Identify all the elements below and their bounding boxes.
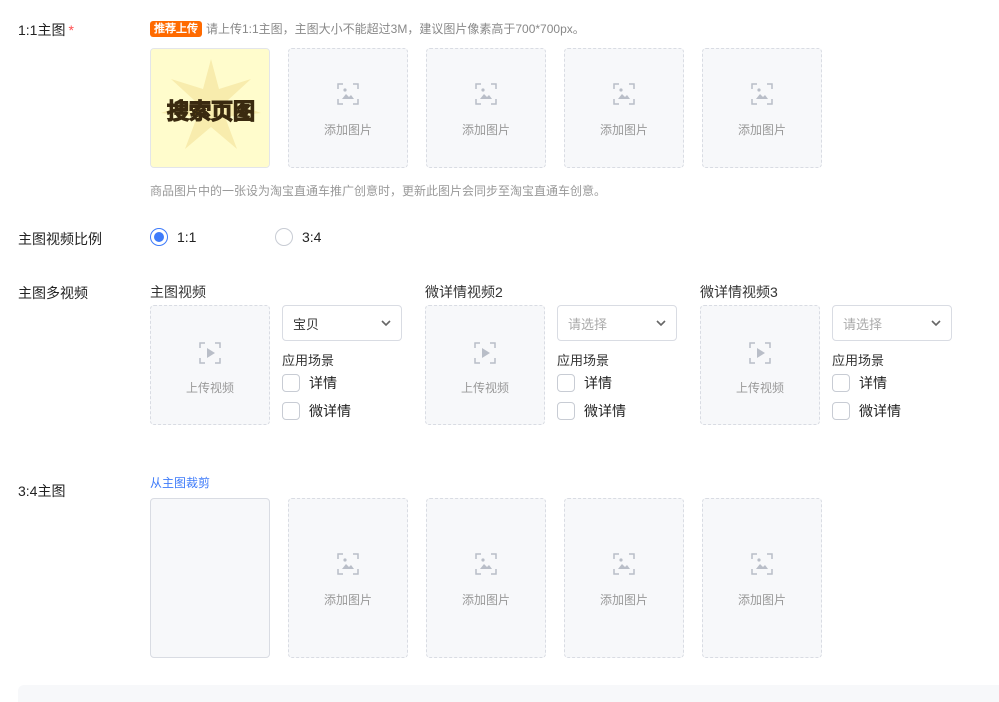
scene-checkbox-micro-detail[interactable]: 微详情 bbox=[282, 401, 351, 421]
crop-from-main-link[interactable]: 从主图裁剪 bbox=[150, 474, 210, 491]
ratio-option-label: 3:4 bbox=[302, 229, 322, 245]
required-mark: * bbox=[68, 22, 74, 38]
portrait-add-image-tile-3[interactable]: 添加图片 bbox=[426, 498, 546, 658]
scene-label: 应用场景 bbox=[832, 353, 885, 368]
ratio-option-label: 1:1 bbox=[177, 229, 197, 245]
main-image-label-text: 1:1主图 bbox=[18, 22, 66, 38]
videos-label: 主图多视频 bbox=[18, 285, 88, 301]
scene-checkbox-micro-detail[interactable]: 微详情 bbox=[557, 401, 626, 421]
checkbox-label: 详情 bbox=[859, 375, 887, 391]
search-page-image: 搜索页图 bbox=[151, 49, 269, 167]
image-placeholder-icon bbox=[337, 553, 359, 575]
video-type-select-3[interactable]: 请选择 bbox=[832, 305, 952, 341]
add-image-tile-5[interactable]: 添加图片 bbox=[702, 48, 822, 168]
video-type-select-2[interactable]: 请选择 bbox=[557, 305, 677, 341]
checkbox-label: 详情 bbox=[584, 375, 612, 391]
image-placeholder-icon bbox=[751, 553, 773, 575]
ratio-label: 主图视频比例 bbox=[18, 231, 102, 247]
checkbox-icon[interactable] bbox=[282, 374, 300, 392]
recommend-badge: 推荐上传 bbox=[150, 20, 202, 37]
checkbox-icon[interactable] bbox=[282, 402, 300, 420]
upload-video-label: 上传视频 bbox=[185, 381, 234, 395]
checkbox-label: 详情 bbox=[309, 375, 337, 391]
scene-checkbox-detail[interactable]: 详情 bbox=[832, 373, 887, 393]
next-section-panel bbox=[18, 685, 999, 702]
add-image-label: 添加图片 bbox=[599, 123, 648, 137]
checkbox-label: 微详情 bbox=[859, 403, 901, 419]
add-image-label: 添加图片 bbox=[323, 123, 372, 137]
radio-checked-icon[interactable] bbox=[150, 228, 168, 246]
video-slot-title: 微详情视频2 bbox=[425, 284, 503, 300]
ratio-option-1-1[interactable]: 1:1 bbox=[150, 228, 196, 246]
select-value: 宝贝 bbox=[293, 316, 320, 332]
scene-checkbox-detail[interactable]: 详情 bbox=[557, 373, 612, 393]
image-placeholder-icon bbox=[337, 83, 359, 105]
checkbox-label: 微详情 bbox=[584, 403, 626, 419]
select-placeholder: 请选择 bbox=[843, 316, 883, 332]
checkbox-icon[interactable] bbox=[557, 402, 575, 420]
scene-checkbox-micro-detail[interactable]: 微详情 bbox=[832, 401, 901, 421]
main-image-tip-row: 推荐上传 请上传1:1主图，主图大小不能超过3M，建议图片像素高于700*700… bbox=[150, 20, 585, 37]
chevron-down-icon bbox=[656, 320, 666, 327]
main-image-note: 商品图片中的一张设为淘宝直通车推广创意时，更新此图片会同步至淘宝直通车创意。 bbox=[150, 184, 607, 198]
radio-unchecked-icon[interactable] bbox=[275, 228, 293, 246]
add-image-label: 添加图片 bbox=[323, 593, 372, 607]
add-image-label: 添加图片 bbox=[737, 593, 786, 607]
portrait-add-image-tile-5[interactable]: 添加图片 bbox=[702, 498, 822, 658]
checkbox-label: 微详情 bbox=[309, 403, 351, 419]
chevron-down-icon bbox=[381, 320, 391, 327]
portrait-add-image-tile-2[interactable]: 添加图片 bbox=[288, 498, 408, 658]
select-placeholder: 请选择 bbox=[568, 316, 608, 332]
chevron-down-icon bbox=[931, 320, 941, 327]
main-image-label: 1:1主图 * bbox=[18, 20, 74, 40]
image-placeholder-icon bbox=[475, 553, 497, 575]
checkbox-icon[interactable] bbox=[557, 374, 575, 392]
image-placeholder-icon bbox=[751, 83, 773, 105]
image-placeholder-icon bbox=[613, 553, 635, 575]
add-image-tile-3[interactable]: 添加图片 bbox=[426, 48, 546, 168]
image-placeholder-icon bbox=[613, 83, 635, 105]
video-placeholder-icon bbox=[749, 342, 771, 364]
add-image-label: 添加图片 bbox=[737, 123, 786, 137]
main-image-tip: 请上传1:1主图，主图大小不能超过3M，建议图片像素高于700*700px。 bbox=[206, 22, 585, 36]
video-slot-title: 主图视频 bbox=[150, 284, 206, 300]
scene-label: 应用场景 bbox=[557, 353, 610, 368]
scene-label: 应用场景 bbox=[282, 353, 335, 368]
upload-video-tile-3[interactable]: 上传视频 bbox=[700, 305, 820, 425]
video-slot-title: 微详情视频3 bbox=[700, 284, 778, 300]
add-image-label: 添加图片 bbox=[461, 593, 510, 607]
upload-video-label: 上传视频 bbox=[735, 381, 784, 395]
image-placeholder-icon bbox=[475, 83, 497, 105]
portrait-add-image-tile-4[interactable]: 添加图片 bbox=[564, 498, 684, 658]
checkbox-icon[interactable] bbox=[832, 374, 850, 392]
add-image-label: 添加图片 bbox=[461, 123, 510, 137]
scene-checkbox-detail[interactable]: 详情 bbox=[282, 373, 337, 393]
checkbox-icon[interactable] bbox=[832, 402, 850, 420]
add-image-tile-4[interactable]: 添加图片 bbox=[564, 48, 684, 168]
upload-video-tile-1[interactable]: 上传视频 bbox=[150, 305, 270, 425]
video-placeholder-icon bbox=[199, 342, 221, 364]
portrait-label: 3:4主图 bbox=[18, 483, 66, 499]
video-type-select-1[interactable]: 宝贝 bbox=[282, 305, 402, 341]
thumb-text: 搜索页图 bbox=[167, 100, 255, 125]
upload-video-label: 上传视频 bbox=[460, 381, 509, 395]
add-image-tile-2[interactable]: 添加图片 bbox=[288, 48, 408, 168]
add-image-label: 添加图片 bbox=[599, 593, 648, 607]
ratio-option-3-4[interactable]: 3:4 bbox=[275, 228, 321, 246]
portrait-image-slot-1[interactable] bbox=[150, 498, 270, 658]
main-image-thumbnail[interactable]: 搜索页图 bbox=[150, 48, 270, 168]
upload-video-tile-2[interactable]: 上传视频 bbox=[425, 305, 545, 425]
video-placeholder-icon bbox=[474, 342, 496, 364]
